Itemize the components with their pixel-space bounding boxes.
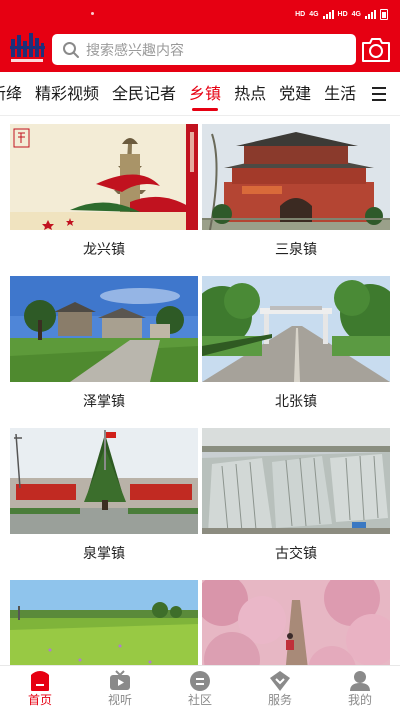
status-bar: HD 4G HD 4G bbox=[0, 0, 400, 28]
town-thumbnail[interactable] bbox=[202, 580, 390, 665]
town-card[interactable]: 龙兴镇 bbox=[10, 124, 198, 259]
notification-dot bbox=[91, 12, 94, 15]
nav-label: 社区 bbox=[187, 693, 212, 707]
town-card[interactable] bbox=[202, 580, 390, 665]
tab-item[interactable]: 党建 bbox=[279, 72, 311, 116]
community-icon bbox=[190, 671, 210, 691]
search-placeholder: 搜索感兴趣内容 bbox=[86, 42, 184, 59]
nav-label: 服务 bbox=[267, 693, 292, 707]
nav-media[interactable]: 视听 bbox=[80, 666, 160, 711]
nav-community[interactable]: 社区 bbox=[160, 666, 240, 711]
tab-item[interactable]: 热点 bbox=[234, 72, 266, 116]
tab-item[interactable]: 乡镇 bbox=[189, 72, 221, 116]
signal-icon-2 bbox=[365, 9, 376, 19]
tab-item[interactable]: 精彩视频 bbox=[35, 72, 99, 116]
town-thumbnail[interactable] bbox=[10, 428, 198, 534]
app-header: 搜索感兴趣内容 bbox=[0, 28, 400, 72]
battery-icon bbox=[380, 8, 388, 20]
tabs-list: 新绛精彩视频全民记者乡镇热点党建生活 bbox=[0, 72, 356, 116]
town-thumbnail[interactable] bbox=[202, 276, 390, 382]
town-thumbnail[interactable] bbox=[202, 428, 390, 534]
town-thumbnail[interactable] bbox=[10, 276, 198, 382]
nav-home[interactable]: 首页 bbox=[0, 666, 80, 711]
tabs-track: 新绛精彩视频全民记者乡镇热点党建生活 bbox=[0, 72, 356, 116]
search-icon bbox=[56, 34, 86, 65]
service-icon bbox=[270, 671, 290, 691]
tab-item[interactable]: 新绛 bbox=[0, 72, 22, 116]
town-name: 北张镇 bbox=[275, 394, 317, 410]
category-tabs: 新绛精彩视频全民记者乡镇热点党建生活 bbox=[0, 72, 400, 116]
home-icon bbox=[31, 671, 49, 691]
town-name: 泽掌镇 bbox=[83, 394, 125, 410]
status-icons: HD 4G HD 4G bbox=[295, 7, 388, 21]
nav-label: 视听 bbox=[107, 693, 132, 707]
town-name: 泉掌镇 bbox=[83, 546, 125, 562]
search-bar[interactable]: 搜索感兴趣内容 bbox=[52, 34, 356, 65]
town-card[interactable]: 三泉镇 bbox=[202, 124, 390, 259]
town-grid: 龙兴镇 三泉镇 泽掌镇 北张镇 泉掌镇 古交镇 bbox=[0, 116, 400, 665]
town-card[interactable] bbox=[10, 580, 198, 665]
town-card[interactable]: 北张镇 bbox=[202, 276, 390, 411]
signal-icon bbox=[322, 9, 334, 19]
nav-label: 我的 bbox=[347, 693, 372, 707]
tab-item[interactable]: 全民记者 bbox=[112, 72, 176, 116]
nav-profile[interactable]: 我的 bbox=[320, 666, 400, 711]
hd-label-2: HD bbox=[337, 10, 348, 18]
town-name: 古交镇 bbox=[275, 546, 317, 562]
bottom-nav: 首页 视听 社区 服务 我的 bbox=[0, 665, 400, 711]
town-card[interactable]: 泉掌镇 bbox=[10, 428, 198, 563]
camera-icon[interactable] bbox=[360, 36, 392, 64]
app-logo[interactable] bbox=[8, 31, 46, 65]
nav-label: 首页 bbox=[27, 693, 52, 707]
town-thumbnail[interactable] bbox=[202, 124, 390, 230]
network-label: 4G bbox=[309, 10, 319, 18]
town-card[interactable]: 古交镇 bbox=[202, 428, 390, 563]
network-label-2: 4G bbox=[351, 10, 361, 18]
town-thumbnail[interactable] bbox=[10, 580, 198, 665]
tv-icon bbox=[110, 670, 130, 690]
tab-item[interactable]: 生活 bbox=[324, 72, 356, 116]
profile-icon bbox=[350, 671, 370, 691]
menu-icon[interactable] bbox=[372, 87, 386, 101]
hd-label: HD bbox=[295, 10, 306, 18]
town-name: 三泉镇 bbox=[275, 242, 317, 258]
town-card[interactable]: 泽掌镇 bbox=[10, 276, 198, 411]
town-name: 龙兴镇 bbox=[83, 242, 125, 258]
town-thumbnail[interactable] bbox=[10, 124, 198, 230]
nav-service[interactable]: 服务 bbox=[240, 666, 320, 711]
